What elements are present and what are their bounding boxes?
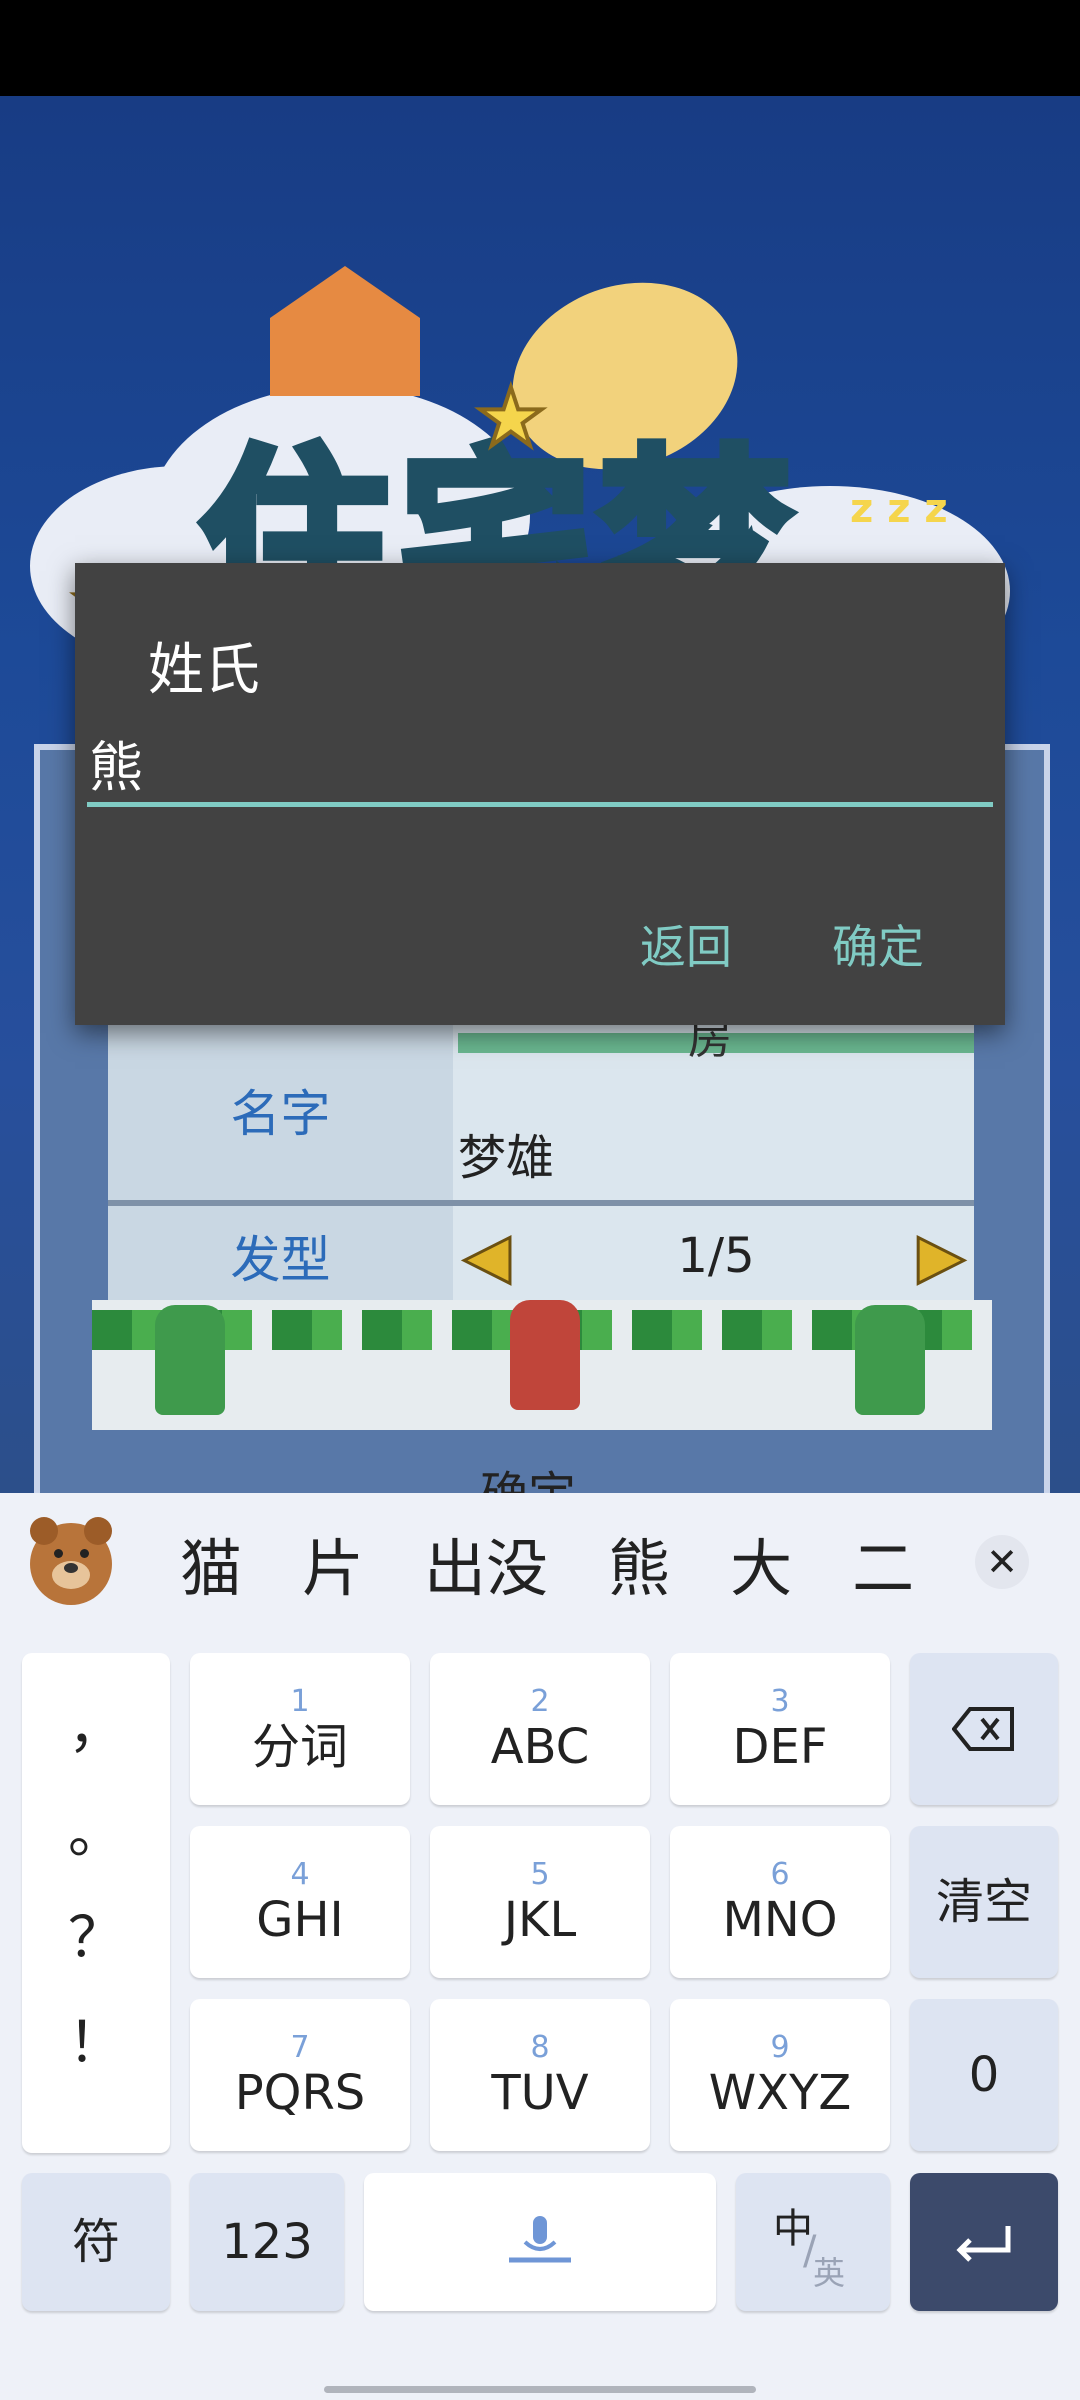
backspace-key[interactable] bbox=[910, 1653, 1058, 1805]
language-toggle-key[interactable]: 中 / 英 bbox=[736, 2173, 890, 2311]
punct-exclaim[interactable]: ！ bbox=[22, 1998, 170, 2079]
enter-icon bbox=[956, 2226, 1011, 2262]
status-bar bbox=[0, 0, 1080, 96]
key-7[interactable]: 7 PQRS bbox=[190, 1999, 410, 2151]
bear-emoji-icon[interactable] bbox=[30, 1517, 112, 1605]
home-indicator[interactable] bbox=[324, 2386, 756, 2393]
candidate[interactable]: 大 bbox=[700, 1518, 822, 1608]
candidate[interactable]: 二 bbox=[822, 1518, 944, 1608]
surname-input[interactable] bbox=[87, 723, 993, 807]
key-1[interactable]: 1 分词 bbox=[190, 1653, 410, 1805]
punct-period[interactable]: 。 bbox=[22, 1788, 170, 1869]
surname-dialog: 姓氏 返回 确定 bbox=[75, 563, 1005, 1025]
cancel-button[interactable]: 返回 bbox=[620, 901, 752, 987]
numeric-key[interactable]: 123 bbox=[190, 2173, 344, 2311]
punct-question[interactable]: ？ bbox=[22, 1893, 170, 1974]
key-3[interactable]: 3 DEF bbox=[670, 1653, 890, 1805]
candidate-bar: 猫 片 出没 熊 大 二 ✕ bbox=[0, 1493, 1080, 1633]
space-key[interactable] bbox=[364, 2173, 716, 2311]
microphone-icon bbox=[509, 2216, 571, 2263]
candidate-list: 猫 片 出没 熊 大 二 bbox=[150, 1493, 945, 1633]
key-6[interactable]: 6 MNO bbox=[670, 1826, 890, 1978]
key-2[interactable]: 2 ABC bbox=[430, 1653, 650, 1805]
close-icon[interactable]: ✕ bbox=[975, 1535, 1029, 1589]
ime-keyboard: 猫 片 出没 熊 大 二 ✕ ， 。 ？ ！ 1 分词 2 ABC 3 DEF 4 GH… bbox=[0, 1493, 1080, 2400]
backspace-icon bbox=[952, 1707, 1014, 1751]
candidate[interactable]: 猫 bbox=[150, 1518, 272, 1608]
lang-alt-label: 英 bbox=[813, 2254, 846, 2292]
punct-comma[interactable]: ， bbox=[22, 1683, 170, 1764]
key-8[interactable]: 8 TUV bbox=[430, 1999, 650, 2151]
zero-key[interactable]: 0 bbox=[910, 1999, 1058, 2151]
candidate[interactable]: 片 bbox=[272, 1518, 394, 1608]
key-5[interactable]: 5 JKL bbox=[430, 1826, 650, 1978]
symbol-key[interactable]: 符 bbox=[22, 2173, 170, 2311]
dialog-title: 姓氏 bbox=[148, 638, 260, 703]
clear-key[interactable]: 清空 bbox=[910, 1826, 1058, 1978]
punctuation-column[interactable]: ， 。 ？ ！ bbox=[22, 1653, 170, 2153]
enter-key[interactable] bbox=[910, 2173, 1058, 2311]
candidate[interactable]: 熊 bbox=[578, 1518, 700, 1608]
key-9[interactable]: 9 WXYZ bbox=[670, 1999, 890, 2151]
candidate[interactable]: 出没 bbox=[394, 1518, 578, 1608]
key-4[interactable]: 4 GHI bbox=[190, 1826, 410, 1978]
confirm-button[interactable]: 确定 bbox=[812, 901, 944, 987]
